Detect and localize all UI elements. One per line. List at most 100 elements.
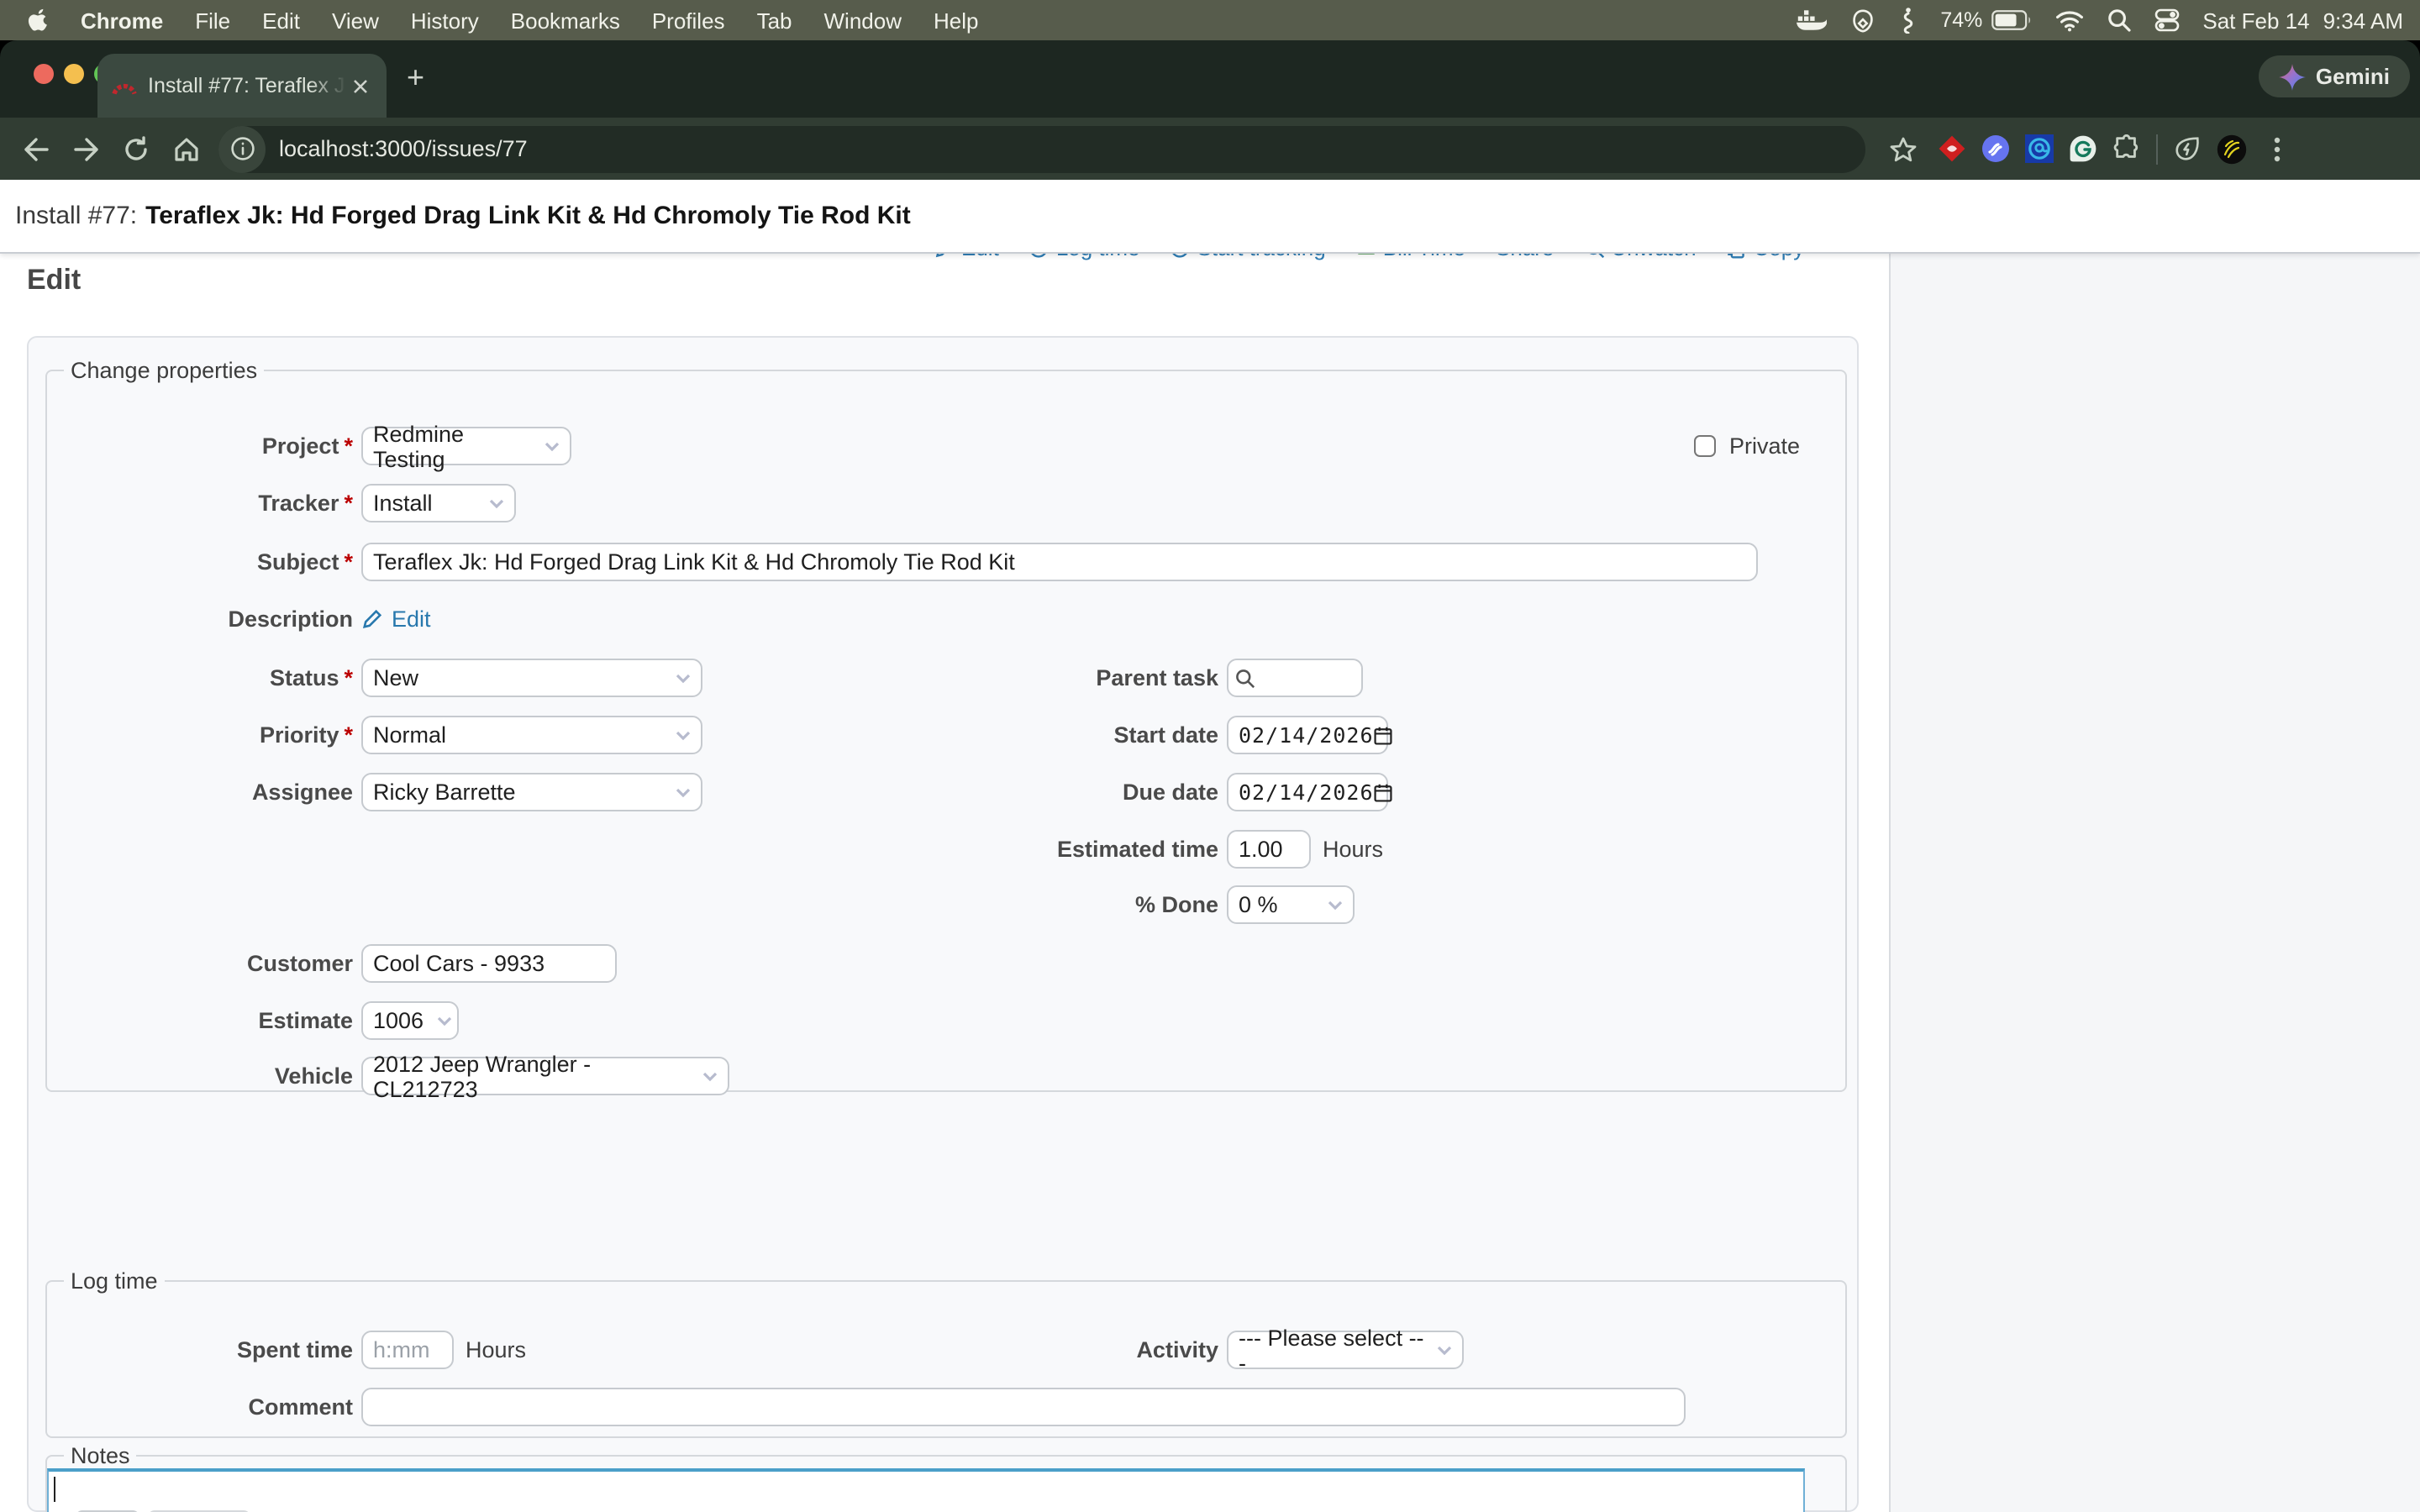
extensions-puzzle-icon[interactable] — [2112, 134, 2141, 163]
spent-time-row: Spent time Hours — [47, 1331, 753, 1369]
docker-menu-icon[interactable] — [1796, 8, 1826, 32]
home-button[interactable] — [161, 125, 212, 172]
menubar-date[interactable]: Sat Feb 14 — [2202, 8, 2309, 33]
close-window-button[interactable] — [34, 64, 54, 84]
macos-menubar: Chrome File Edit View History Bookmarks … — [0, 0, 2420, 40]
parent-task-input[interactable] — [1227, 659, 1363, 697]
notes-textarea[interactable] — [47, 1468, 1805, 1512]
vehicle-select[interactable]: 2012 Jeep Wrangler - CL212723 — [361, 1057, 729, 1095]
chevron-down-icon — [437, 1016, 452, 1026]
action-unwatch-link[interactable]: Unwatch — [1584, 254, 1696, 260]
assignee-select[interactable]: Ricky Barrette — [361, 773, 702, 811]
activity-row: Activity --- Please select --- — [854, 1331, 1627, 1369]
due-date-input[interactable]: 02/14/2026 — [1227, 773, 1388, 811]
private-checkbox[interactable] — [1694, 435, 1716, 457]
customer-label: Customer — [247, 951, 353, 976]
notes-legend: Notes — [64, 1443, 137, 1468]
percent-done-select[interactable]: 0 % — [1227, 885, 1355, 924]
status-row: Status* New — [47, 659, 753, 697]
menubar-view[interactable]: View — [332, 8, 379, 33]
tracker-label: Tracker — [258, 491, 339, 516]
menubar-bookmarks[interactable]: Bookmarks — [511, 8, 620, 33]
calendar-icon[interactable] — [1374, 782, 1394, 802]
site-info-icon[interactable] — [218, 125, 266, 172]
chevron-down-icon — [702, 1071, 718, 1081]
grammarly-icon[interactable] — [2069, 134, 2097, 163]
action-edit-link[interactable]: Edit — [934, 254, 999, 260]
url-bar[interactable]: localhost:3000/issues/77 — [218, 125, 1865, 172]
gemini-button[interactable]: Gemini — [2259, 55, 2410, 97]
required-asterisk: * — [344, 491, 353, 516]
required-asterisk: * — [344, 433, 353, 459]
browser-tab[interactable]: Install #77: Teraflex Jk: Hd Fo — [97, 54, 387, 118]
extension-icon-blue-at[interactable] — [2025, 134, 2054, 163]
app-menu-icon-2[interactable] — [1898, 7, 1917, 34]
description-label: Description — [228, 606, 353, 632]
bookmark-star-icon[interactable] — [1882, 125, 1923, 172]
tracker-select[interactable]: Install — [361, 484, 516, 522]
description-edit-link[interactable]: Edit — [392, 606, 431, 632]
battery-icon — [1991, 10, 2031, 30]
activity-select[interactable]: --- Please select --- — [1227, 1331, 1464, 1369]
parent-task-label: Parent task — [1096, 665, 1218, 690]
wifi-icon[interactable] — [2054, 9, 2083, 31]
menubar-edit[interactable]: Edit — [262, 8, 300, 33]
customer-row: Customer — [47, 944, 921, 983]
customer-input[interactable] — [361, 944, 617, 983]
tab-close-icon[interactable] — [353, 78, 368, 93]
action-copy-link[interactable]: Copy — [1727, 254, 1805, 260]
forward-button[interactable] — [60, 125, 111, 172]
start-date-input[interactable]: 02/14/2026 — [1227, 716, 1388, 754]
project-select[interactable]: Redmine Testing — [361, 427, 571, 465]
comment-input[interactable] — [361, 1388, 1686, 1426]
chevron-down-icon — [676, 787, 691, 797]
spent-time-input[interactable] — [361, 1331, 454, 1369]
menubar-file[interactable]: File — [195, 8, 230, 33]
estimate-row: Estimate 1006 — [47, 1001, 753, 1040]
issue-header: Install #77: Teraflex Jk: Hd Forged Drag… — [0, 180, 2420, 254]
spent-time-label: Spent time — [237, 1337, 353, 1362]
issue-id: Install #77: — [15, 202, 137, 230]
battery-saver-leaf-icon[interactable] — [2173, 134, 2202, 163]
menubar-tab[interactable]: Tab — [757, 8, 792, 33]
action-share-link[interactable]: Share — [1496, 254, 1554, 260]
redmine-favicon — [111, 74, 138, 97]
estimated-time-input[interactable] — [1227, 830, 1311, 869]
subject-input[interactable] — [361, 543, 1758, 581]
estimate-select[interactable]: 1006 — [361, 1001, 459, 1040]
battery-percent: 74% — [1940, 8, 1982, 32]
app-menu-icon-1[interactable] — [1849, 8, 1875, 33]
required-asterisk: * — [344, 549, 353, 575]
required-asterisk: * — [344, 665, 353, 690]
action-start-tracking-link[interactable]: Start tracking — [1171, 254, 1326, 260]
url-text: localhost:3000/issues/77 — [279, 136, 528, 161]
back-button[interactable] — [10, 125, 60, 172]
browser-menu-kebab-icon[interactable] — [2262, 125, 2292, 172]
estimate-label: Estimate — [258, 1008, 353, 1033]
new-tab-button[interactable]: + — [407, 60, 424, 94]
apple-menu-icon[interactable] — [27, 7, 49, 34]
action-bill-time-link[interactable]: Bill Time — [1356, 254, 1465, 260]
menubar-window[interactable]: Window — [824, 8, 902, 33]
menubar-history[interactable]: History — [411, 8, 479, 33]
menubar-profiles[interactable]: Profiles — [652, 8, 725, 33]
extension-icon-red[interactable] — [1938, 134, 1966, 163]
extension-icon-indigo[interactable] — [1981, 134, 2010, 163]
calendar-icon[interactable] — [1374, 725, 1394, 745]
parent-task-row: Parent task — [854, 659, 1560, 697]
status-select[interactable]: New — [361, 659, 702, 697]
tab-title: Install #77: Teraflex Jk: Hd Fo — [148, 74, 346, 97]
spotlight-search-icon[interactable] — [2107, 8, 2130, 32]
menubar-app-name[interactable]: Chrome — [81, 8, 163, 33]
vehicle-label: Vehicle — [275, 1063, 353, 1089]
minimize-window-button[interactable] — [64, 64, 84, 84]
issue-subject-title: Teraflex Jk: Hd Forged Drag Link Kit & H… — [145, 202, 911, 230]
profile-avatar[interactable] — [2217, 134, 2247, 164]
subject-row: Subject* — [47, 543, 1828, 581]
action-log-time-link[interactable]: Log time — [1029, 254, 1140, 260]
priority-select[interactable]: Normal — [361, 716, 702, 754]
control-center-icon[interactable] — [2154, 8, 2179, 32]
start-date-row: Start date 02/14/2026 — [854, 716, 1560, 754]
menubar-help[interactable]: Help — [934, 8, 979, 33]
reload-button[interactable] — [111, 125, 161, 172]
